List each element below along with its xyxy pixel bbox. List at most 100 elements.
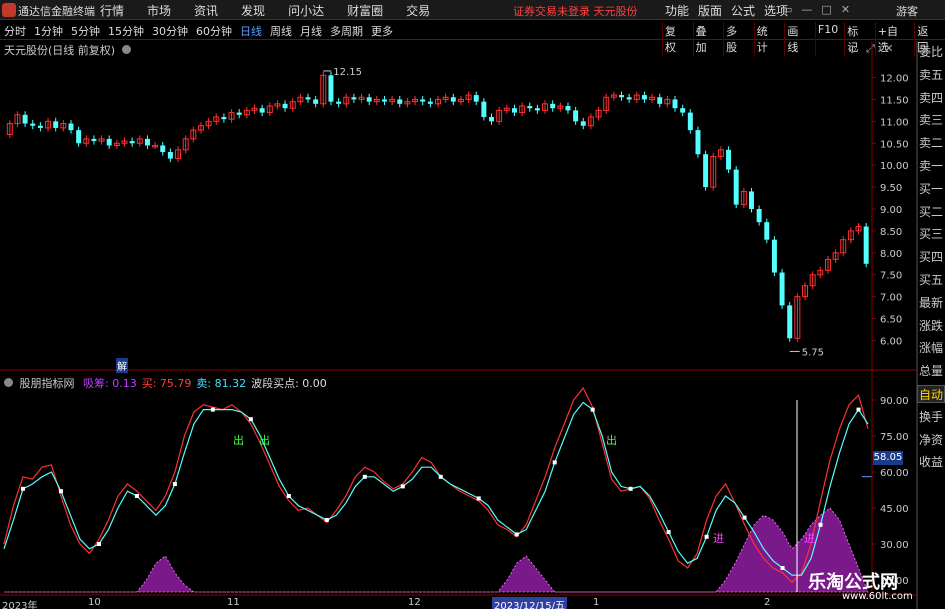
- chart-area[interactable]: 12.00 11.50 11.00 10.50 10.00 9.50 9.00 8.50 8.0…: [0, 0, 945, 609]
- indicator-value-2: 卖: 81.32: [196, 377, 247, 390]
- date-label: 11: [227, 597, 240, 608]
- candle-body: [680, 108, 686, 113]
- indicator-value-1: 买: 75.79: [141, 377, 192, 390]
- indicator-dot: [172, 482, 177, 486]
- candle-body: [787, 305, 793, 339]
- side-panel-item-5[interactable]: 卖一: [917, 155, 945, 178]
- indicator-dot: [20, 486, 25, 491]
- indicator-axis: 90.0075.0060.0045.0030.0015.00: [872, 396, 909, 587]
- auto-button[interactable]: 自动: [917, 385, 945, 403]
- indicator-dot: [362, 474, 367, 479]
- indicator-dot: [514, 532, 519, 537]
- price-tick-label: 8.00: [880, 249, 902, 260]
- price-tick-label: 11.00: [880, 117, 909, 128]
- side-panel-item-0[interactable]: 委比: [917, 41, 945, 64]
- indicator-tick-label: 90.00: [880, 396, 909, 407]
- candle-body: [450, 97, 456, 102]
- side-panel-item-4[interactable]: 卖二: [917, 132, 945, 155]
- indicator-value-3: 波段买点: 0.00: [251, 377, 327, 390]
- indicator-dot: [248, 417, 253, 422]
- candle-body: [221, 116, 227, 120]
- side-panel-item-16[interactable]: 换手: [917, 406, 945, 429]
- signal-chu: 出: [606, 434, 617, 447]
- candle-body: [381, 99, 387, 102]
- accumulation-histogram: [4, 507, 869, 593]
- side-panel-item-18[interactable]: 收益: [917, 451, 945, 474]
- candle-body: [313, 99, 319, 104]
- candle-body: [863, 226, 869, 264]
- indicator-dot: [400, 484, 405, 489]
- candle-body: [259, 108, 265, 113]
- indicator-dot: [210, 407, 215, 412]
- price-tick-label: 10.50: [880, 139, 909, 150]
- signal-jin: 进: [804, 532, 815, 545]
- indicator-dot: [780, 566, 785, 570]
- side-panel-item-7[interactable]: 买二: [917, 201, 945, 224]
- candle-body: [30, 123, 36, 126]
- candle-body: [366, 97, 372, 102]
- candle-body: [91, 138, 97, 142]
- date-label-highlight: 2023/12/15/五: [492, 597, 568, 609]
- price-tick-label: 12.00: [880, 74, 909, 85]
- date-label: 12: [408, 597, 421, 608]
- low-label: 5.75: [802, 347, 824, 358]
- side-panel-item-14[interactable]: 总量: [917, 360, 945, 383]
- indicator-dot: [476, 496, 481, 501]
- indicator-dot: [628, 486, 633, 491]
- main-price-axis: 12.00 11.50 11.00 10.50 10.00 9.50 9.00 8.50 8.0…: [872, 74, 909, 347]
- indicator-dot: [742, 515, 747, 520]
- indicator-dot: [590, 407, 595, 412]
- price-tick-label: 10.00: [880, 161, 909, 172]
- side-panel-item-11[interactable]: 最新: [917, 292, 945, 315]
- side-panel-item-9[interactable]: 买四: [917, 246, 945, 269]
- indicator-dot: [286, 494, 291, 498]
- candle-body: [764, 222, 770, 240]
- side-panel-item-10[interactable]: 买五: [917, 269, 945, 292]
- indicator-dot: [438, 474, 443, 479]
- candle-body: [37, 125, 43, 128]
- indicator-settings-icon[interactable]: [4, 378, 13, 387]
- candle-body: [129, 141, 135, 144]
- side-panel-item-8[interactable]: 买三: [917, 223, 945, 246]
- candle-body: [397, 99, 403, 104]
- side-panel-item-1[interactable]: 卖五: [917, 64, 945, 87]
- candle-body: [672, 99, 678, 109]
- side-panel-item-17[interactable]: 净资: [917, 429, 945, 452]
- side-panel-item-13[interactable]: 涨幅: [917, 337, 945, 360]
- candle-body: [733, 169, 739, 205]
- side-panel-item-6[interactable]: 买一: [917, 178, 945, 201]
- indicator-dot: [552, 460, 557, 465]
- candle-body: [351, 97, 357, 100]
- candle-body: [749, 191, 754, 209]
- side-panel-item-2[interactable]: 卖四: [917, 87, 945, 110]
- candle-body: [619, 95, 624, 98]
- candle-body: [106, 138, 112, 146]
- date-label: 2023年: [2, 601, 38, 609]
- candle-body: [534, 108, 540, 111]
- candle-body: [511, 108, 517, 113]
- indicator-dot: [134, 494, 139, 498]
- side-panel-item-12[interactable]: 涨跌: [917, 315, 945, 338]
- indicator-tick-label: 60.00: [880, 468, 909, 479]
- jie-marker: 解: [116, 358, 128, 373]
- side-panel-item-3[interactable]: 卖三: [917, 109, 945, 132]
- signal-jin: 进: [713, 532, 724, 545]
- high-label: 12.15: [333, 67, 362, 78]
- indicator-dot: [818, 522, 823, 527]
- watermark-url: www.60lt.com: [842, 591, 913, 602]
- candle-body: [726, 149, 732, 170]
- indicator-name[interactable]: 股朋指标网: [20, 377, 75, 390]
- date-label: 10: [88, 597, 101, 608]
- candle-body: [756, 209, 762, 223]
- candle-body: [336, 101, 342, 104]
- indicator-current-value: 58.05: [873, 451, 903, 465]
- indicator-dot: [704, 534, 709, 539]
- indicator-tick-label: 45.00: [880, 504, 909, 515]
- candle-body: [420, 99, 426, 102]
- quote-side-panel: 委比卖五卖四卖三卖二卖一买一买二买三买四买五最新涨跌涨幅总量外盘换手净资收益: [917, 41, 945, 469]
- candle-body: [144, 138, 150, 146]
- candle-body: [573, 110, 579, 122]
- price-tick-label: 6.50: [880, 315, 902, 326]
- price-tick-label: 11.50: [880, 95, 909, 106]
- signal-chu: 出: [259, 434, 270, 447]
